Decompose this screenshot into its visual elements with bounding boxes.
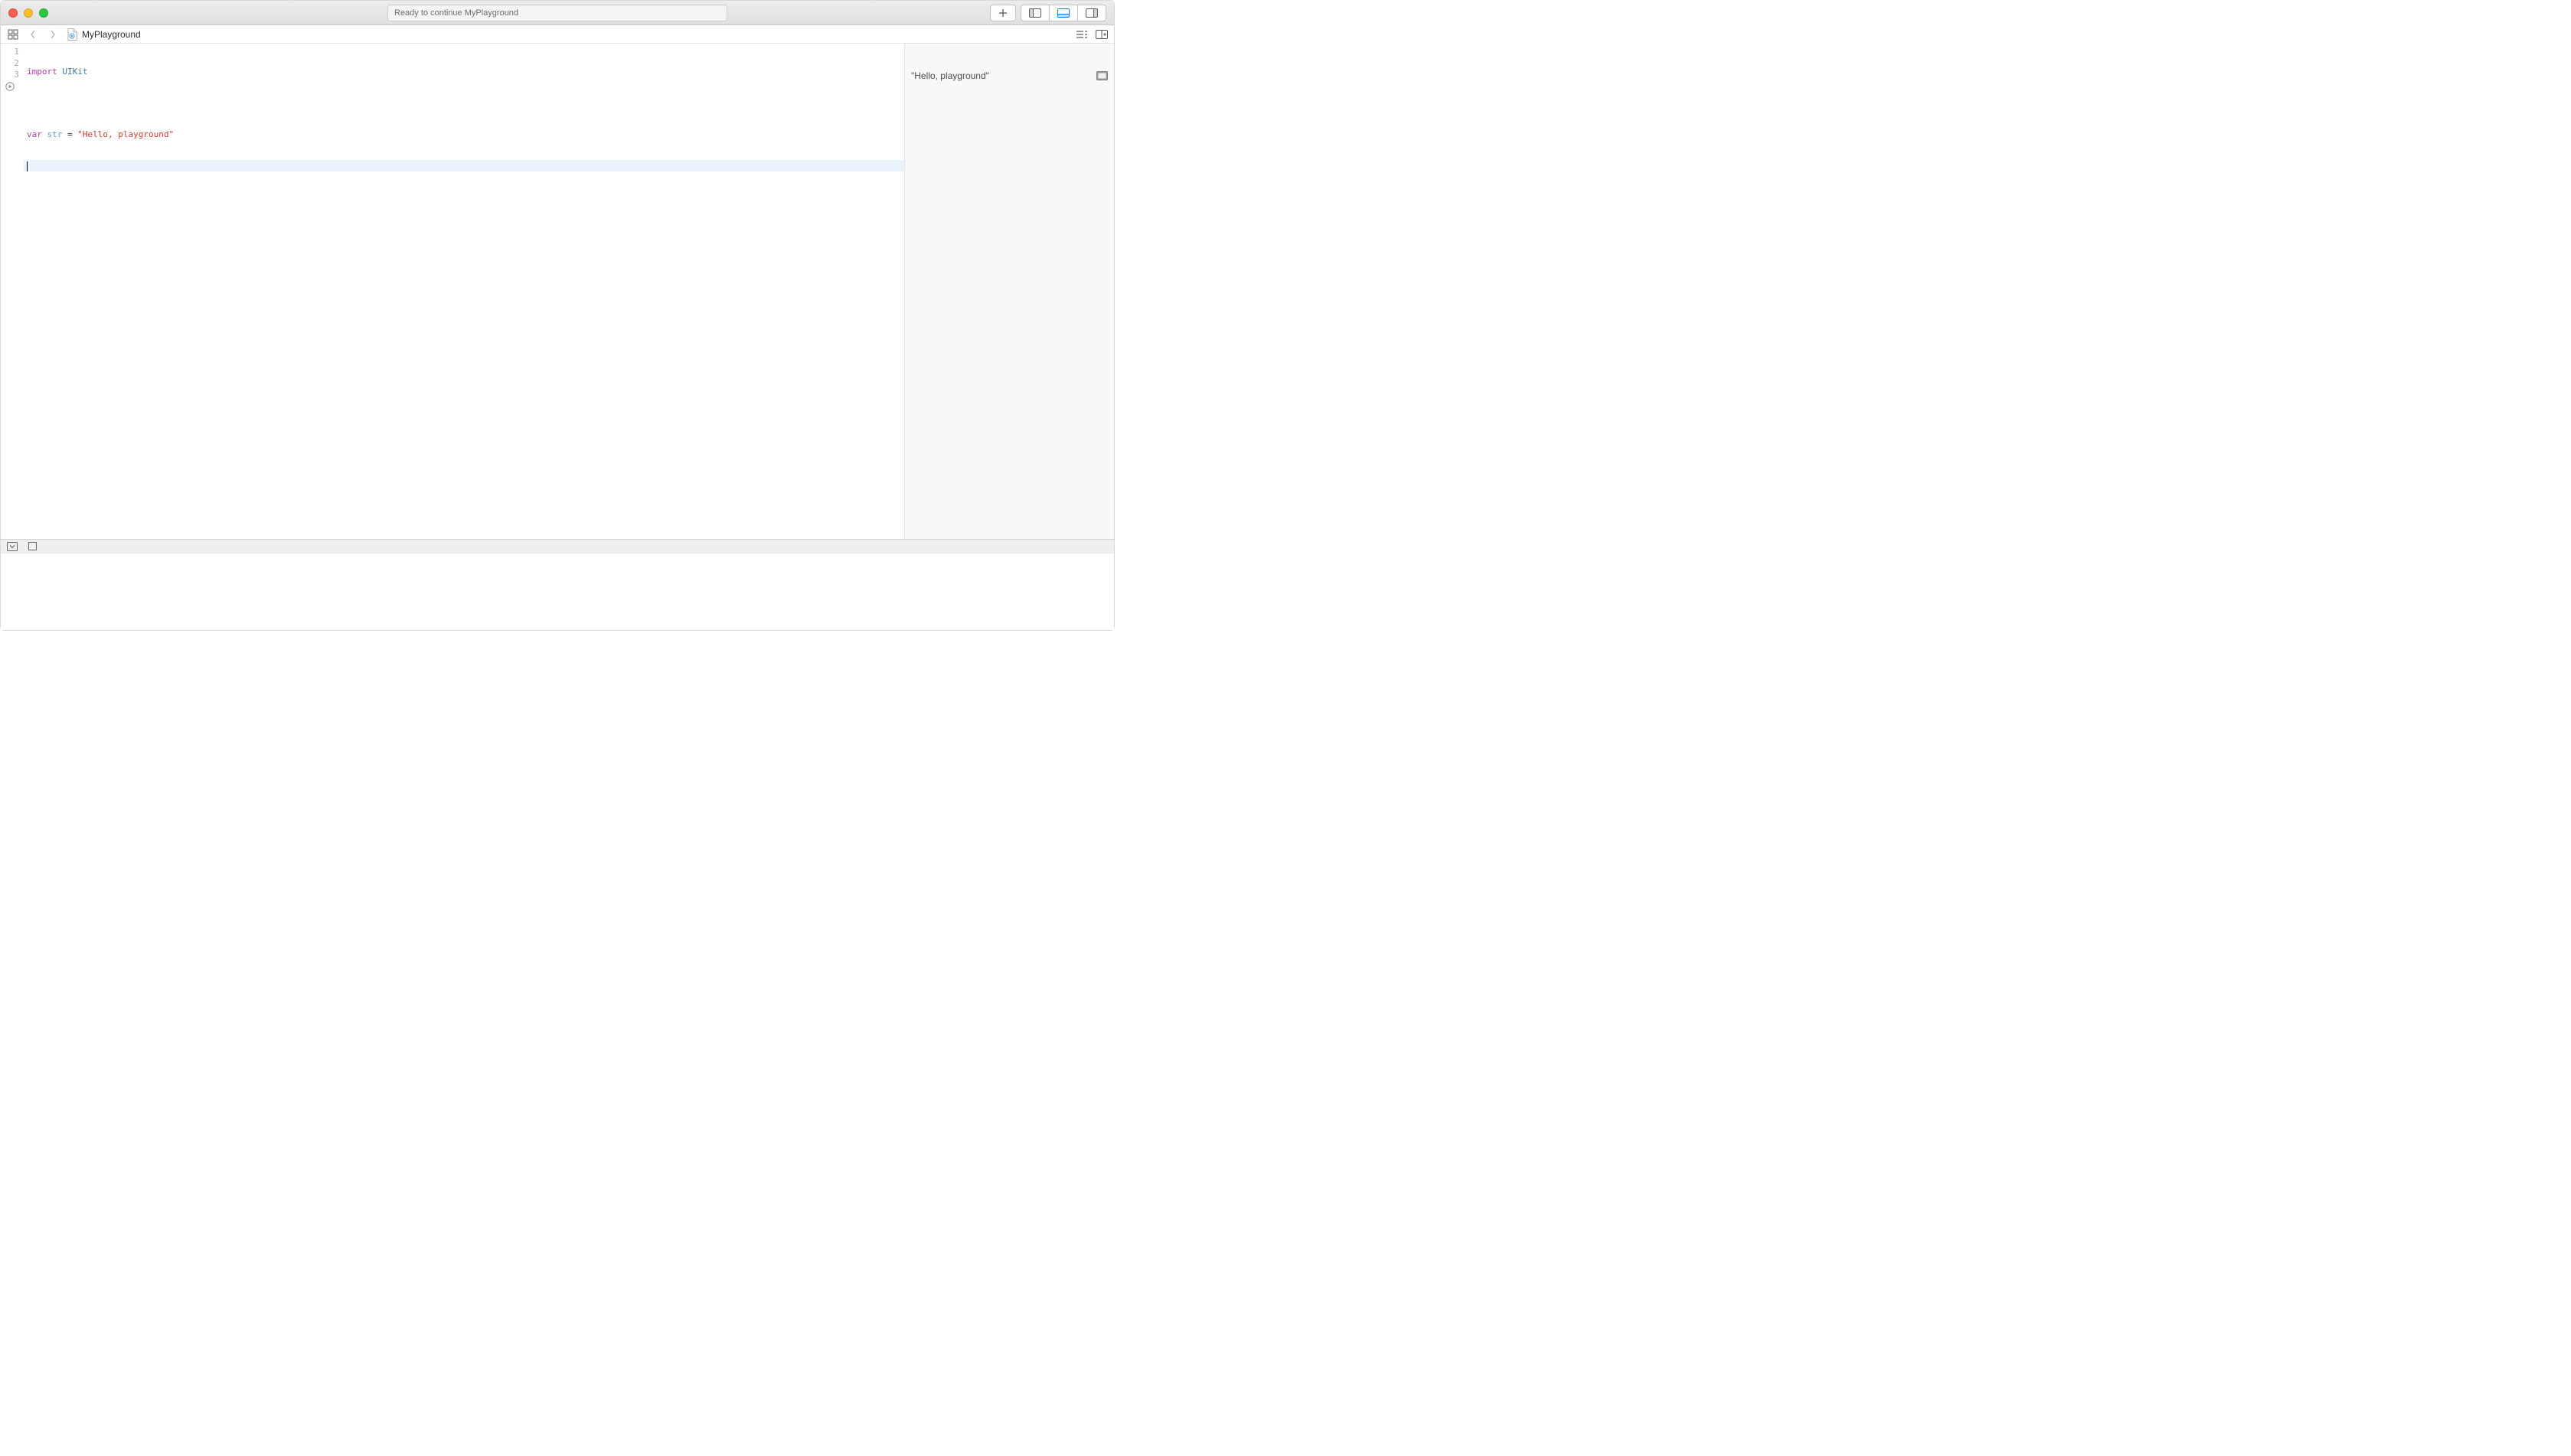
navbar: MyPlayground (1, 25, 1114, 44)
run-line-button[interactable] (5, 82, 15, 91)
line-number[interactable] (1, 80, 24, 92)
maximize-button[interactable] (39, 8, 48, 18)
code-line[interactable]: var str = "Hello, playground" (24, 129, 904, 140)
adjust-editor-button[interactable] (1096, 28, 1108, 41)
related-items-button[interactable] (7, 28, 19, 41)
result-row[interactable]: "Hello, playground" (911, 70, 1108, 81)
play-circle-icon (5, 82, 15, 91)
panel-right-icon (1086, 8, 1098, 18)
titlebar: Ready to continue MyPlayground (1, 1, 1114, 25)
toggle-right-panel-button[interactable] (1077, 5, 1106, 21)
split-add-icon (1096, 30, 1108, 39)
panel-left-icon (1029, 8, 1041, 18)
traffic-lights (8, 8, 48, 18)
quick-look-icon (1096, 71, 1108, 80)
line-number[interactable]: 1 (1, 46, 24, 57)
text-cursor (27, 162, 28, 171)
console-output-button[interactable] (28, 542, 37, 550)
console-area[interactable] (1, 553, 1114, 630)
code-body[interactable]: import UIKit var str = "Hello, playgroun… (24, 44, 904, 539)
panel-bottom-icon (1057, 8, 1070, 18)
close-button[interactable] (8, 8, 18, 18)
console-toggle-button[interactable] (7, 542, 18, 551)
nav-forward-button[interactable] (47, 28, 59, 41)
toggle-left-panel-button[interactable] (1021, 5, 1050, 21)
add-button[interactable] (990, 5, 1016, 21)
minimize-button[interactable] (24, 8, 33, 18)
token-var-name: str (47, 129, 63, 139)
result-value: "Hello, playground" (911, 70, 989, 81)
editor-options-button[interactable] (1076, 28, 1088, 41)
plus-icon (998, 8, 1008, 18)
code-line[interactable]: import UIKit (24, 66, 904, 77)
token-string: "Hello, playground" (77, 129, 174, 139)
main-area: 1 2 3 import UIKit var str = "Hello, pla… (1, 44, 1114, 539)
token-module: UIKit (57, 67, 88, 77)
line-number[interactable]: 2 (1, 57, 24, 69)
line-number[interactable]: 3 (1, 69, 24, 80)
toggle-bottom-panel-button[interactable] (1049, 5, 1078, 21)
token-keyword: import (27, 67, 57, 77)
lines-icon (1076, 30, 1088, 39)
token-keyword: var (27, 129, 42, 139)
square-icon (28, 542, 37, 550)
gutter: 1 2 3 (1, 44, 24, 539)
code-line[interactable] (24, 97, 904, 109)
grid-icon (8, 29, 18, 40)
chevron-down-box-icon (7, 542, 18, 551)
token-space (42, 129, 47, 139)
nav-back-button[interactable] (27, 28, 39, 41)
chevron-right-icon (50, 30, 56, 39)
token-op: = (62, 129, 77, 139)
code-editor[interactable]: 1 2 3 import UIKit var str = "Hello, pla… (1, 44, 904, 539)
breadcrumb-file: MyPlayground (82, 29, 141, 40)
titlebar-right (990, 5, 1106, 21)
code-line-current[interactable] (24, 160, 904, 171)
results-sidebar[interactable]: "Hello, playground" (904, 44, 1114, 539)
quick-look-button[interactable] (1096, 71, 1108, 80)
console-toolbar (1, 539, 1114, 553)
status-field[interactable]: Ready to continue MyPlayground (387, 5, 727, 21)
playground-file-icon (67, 28, 77, 41)
panel-toggle-group (1021, 5, 1106, 21)
status-text: Ready to continue MyPlayground (394, 8, 518, 18)
breadcrumb[interactable]: MyPlayground (67, 28, 141, 41)
nav-right (1076, 28, 1108, 41)
chevron-left-icon (30, 30, 36, 39)
nav-left: MyPlayground (7, 28, 141, 41)
